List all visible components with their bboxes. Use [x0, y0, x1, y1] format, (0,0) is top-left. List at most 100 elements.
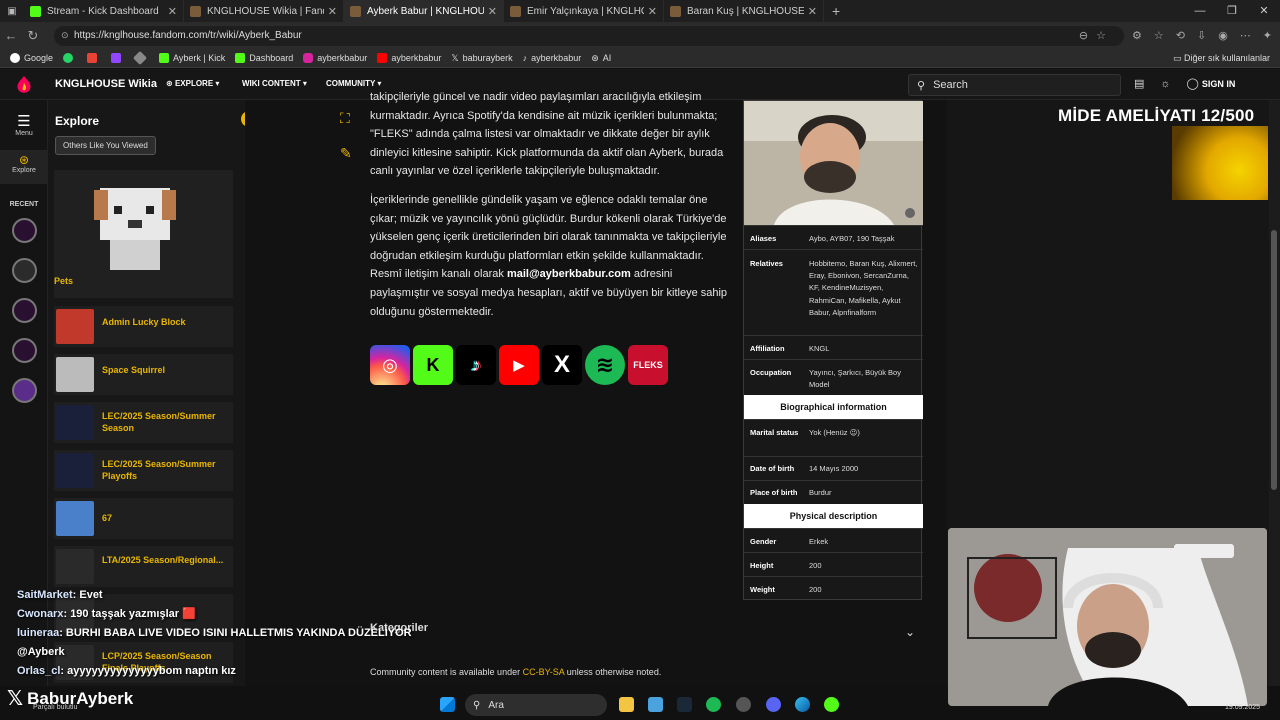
- app-icon[interactable]: [824, 697, 839, 712]
- discord-icon[interactable]: [766, 697, 781, 712]
- url-field[interactable]: ⊙ https://knglhouse.fandom.com/tr/wiki/A…: [54, 25, 1124, 46]
- explore-item[interactable]: Admin Lucky Block: [54, 306, 233, 347]
- theme-toggle-icon[interactable]: ☼: [1160, 78, 1170, 90]
- back-icon[interactable]: ←: [0, 28, 22, 43]
- close-window-icon[interactable]: ✕: [1248, 0, 1280, 22]
- history-icon[interactable]: ⟲: [1176, 29, 1185, 42]
- edge-icon[interactable]: [795, 697, 810, 712]
- file-explorer-icon[interactable]: [619, 697, 634, 712]
- bookmark-whatsapp[interactable]: [63, 53, 77, 63]
- bookmark-unknown[interactable]: [132, 50, 149, 66]
- steam-icon[interactable]: [677, 697, 692, 712]
- tab-emir-yalcinkaya[interactable]: Emir Yalçınkaya | KNGLHOUSE Wi ✕: [504, 0, 664, 22]
- minimize-icon[interactable]: —: [1184, 0, 1216, 22]
- close-tab-icon[interactable]: ✕: [168, 5, 177, 18]
- webcam-feed: [948, 528, 1267, 706]
- search-input[interactable]: ⚲ Search: [908, 74, 1121, 96]
- taskbar-search[interactable]: ⚲ Ara: [465, 694, 607, 716]
- item-label: LTA/2025 Season/Regional...: [102, 555, 224, 565]
- page-scrollbar[interactable]: [1269, 100, 1280, 686]
- chevron-down-icon[interactable]: ⌄: [905, 625, 915, 639]
- menu-wiki-content[interactable]: WIKI CONTENT ▾: [242, 79, 307, 88]
- pets-card[interactable]: [54, 170, 233, 298]
- infobox-value[interactable]: Hobbitemo, Baran Kuş, Alixmert, Eray, Eb…: [809, 258, 919, 319]
- recent-wiki-4[interactable]: [12, 338, 37, 363]
- youtube-icon[interactable]: ▶: [499, 345, 539, 385]
- bookmark-x[interactable]: 𝕏baburayberk: [451, 53, 512, 64]
- edit-pencil-icon[interactable]: ✎: [340, 145, 362, 162]
- menu-community[interactable]: COMMUNITY ▾: [326, 79, 381, 88]
- x-icon[interactable]: X: [542, 345, 582, 385]
- download-icon[interactable]: ⇩: [1197, 29, 1206, 42]
- bookmark-gmail[interactable]: [87, 53, 101, 63]
- tab-ayberk-babur[interactable]: Ayberk Babur | KNGLHOUSE Wiki ✕: [344, 0, 504, 22]
- recent-wiki-1[interactable]: [12, 218, 37, 243]
- infobox-value[interactable]: KNGL: [809, 343, 919, 355]
- tab-actions-icon[interactable]: ▣: [0, 6, 24, 17]
- bookmark-tiktok[interactable]: ♪ ayberkbabur: [523, 53, 582, 63]
- profile-icon[interactable]: ◉: [1218, 29, 1228, 42]
- recent-wiki-5[interactable]: [12, 378, 37, 403]
- windows-start-icon[interactable]: [440, 697, 455, 712]
- gmail-icon: [87, 53, 98, 63]
- bookmark-twitch[interactable]: [111, 53, 125, 63]
- site-info-icon[interactable]: ⊙: [61, 30, 69, 41]
- spotify-icon[interactable]: ≋: [585, 345, 625, 385]
- email-link[interactable]: mail@ayberkbabur.com: [507, 268, 631, 280]
- fullscreen-icon[interactable]: ⛶: [340, 110, 362, 127]
- bookmark-instagram[interactable]: ayberkbabur: [303, 53, 367, 63]
- wiki-name[interactable]: KNGLHOUSE Wikia: [55, 78, 157, 90]
- rail-label: Menu: [15, 130, 33, 137]
- favorites-icon[interactable]: ☆: [1154, 29, 1164, 42]
- infobox-row-dob: Date of birth 14 Mayıs 2000: [744, 456, 923, 480]
- categories-section[interactable]: Kategoriler: [370, 622, 922, 642]
- explore-item[interactable]: LEC/2025 Season/Summer Playoffs: [54, 450, 233, 491]
- store-icon[interactable]: [648, 697, 663, 712]
- maximize-icon[interactable]: ❐: [1216, 0, 1248, 22]
- fleks-icon[interactable]: FLEKS: [628, 345, 668, 385]
- explore-item[interactable]: LTA/2025 Season/Regional...: [54, 546, 233, 587]
- close-tab-icon[interactable]: ✕: [648, 5, 657, 18]
- explore-item[interactable]: Space Squirrel: [54, 354, 233, 395]
- close-tab-icon[interactable]: ✕: [328, 5, 337, 18]
- menu-button[interactable]: ☰ Menu: [0, 112, 48, 137]
- bookmark-ai[interactable]: ⊛ AI: [591, 53, 611, 64]
- close-tab-icon[interactable]: ✕: [808, 5, 817, 18]
- kick-icon[interactable]: K: [413, 345, 453, 385]
- infobox-row-aliases: Aliases Aybo, AYB07, 190 Taşşak: [744, 225, 923, 249]
- infobox-row-pob: Place of birth Burdur: [744, 480, 923, 504]
- reader-icon[interactable]: ⊖: [1079, 30, 1096, 42]
- close-tab-icon[interactable]: ✕: [488, 5, 497, 18]
- recent-wiki-3[interactable]: [12, 298, 37, 323]
- bookmark-other-folder[interactable]: ▭ Diğer sık kullanılanlar: [1173, 53, 1270, 64]
- bookmark-dashboard[interactable]: Dashboard: [235, 53, 293, 63]
- explore-item[interactable]: 67: [54, 498, 233, 539]
- extensions-icon[interactable]: ⚙: [1132, 29, 1142, 42]
- sign-in-button[interactable]: ◯ SIGN IN: [1187, 77, 1236, 90]
- menu-explore[interactable]: ⊛ EXPLORE ▾: [166, 79, 219, 88]
- instagram-icon[interactable]: ◎: [370, 345, 410, 385]
- profile-photo[interactable]: [744, 101, 923, 225]
- bookmark-google[interactable]: Google: [10, 53, 53, 63]
- tiktok-icon[interactable]: ♪: [456, 345, 496, 385]
- tab-kick-dashboard[interactable]: Stream - Kick Dashboard ✕: [24, 0, 184, 22]
- obs-icon[interactable]: [736, 697, 751, 712]
- bookmark-ayberk-kick[interactable]: Ayberk | Kick: [159, 53, 225, 63]
- tab-baran-kus[interactable]: Baran Kuş | KNGLHOUSE Wikia | F ✕: [664, 0, 824, 22]
- new-tab-button[interactable]: +: [832, 3, 840, 19]
- license-link[interactable]: CC-BY-SA: [523, 667, 565, 677]
- bookmark-youtube[interactable]: ayberkbabur: [377, 53, 441, 63]
- spotify-icon[interactable]: [706, 697, 721, 712]
- reload-icon[interactable]: ↻: [22, 28, 44, 44]
- fandom-flame-icon[interactable]: [16, 76, 32, 94]
- discussions-icon[interactable]: ▤: [1134, 77, 1144, 90]
- more-icon[interactable]: ⋯: [1240, 29, 1251, 42]
- explore-item[interactable]: LEC/2025 Season/Summer Season: [54, 402, 233, 443]
- explore-button[interactable]: ⊛ Explore: [0, 150, 48, 184]
- others-like-you-viewed-tab[interactable]: Others Like You Viewed: [55, 136, 156, 155]
- favorite-star-icon[interactable]: ☆: [1096, 30, 1114, 42]
- recent-wiki-2[interactable]: [12, 258, 37, 283]
- copilot-icon[interactable]: ✦: [1263, 29, 1272, 42]
- scrollbar-thumb[interactable]: [1271, 230, 1277, 490]
- tab-knglhouse-wikia[interactable]: KNGLHOUSE Wikia | Fandom ✕: [184, 0, 344, 22]
